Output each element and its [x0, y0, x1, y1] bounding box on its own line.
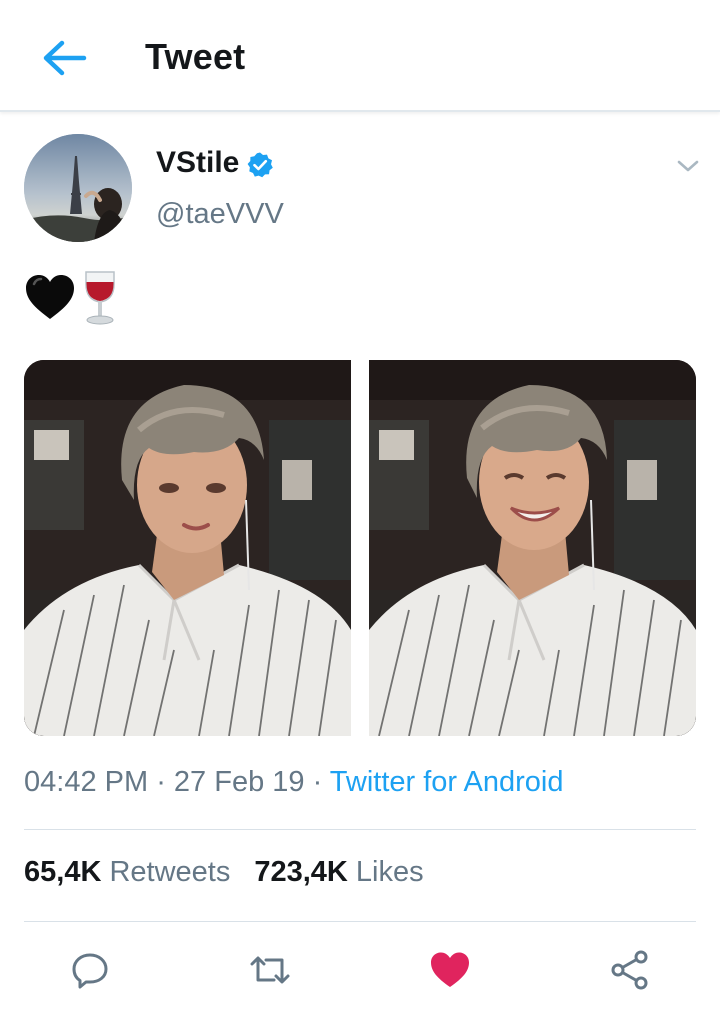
like-button[interactable] [426, 946, 474, 994]
meta-separator: · [148, 766, 174, 798]
tweet-time: 04:42 PM [24, 766, 149, 798]
likes-count: 723,4K [254, 856, 348, 888]
tweet-timestamp-line: 04:42 PM · 27 Feb 19 · Twitter for Andro… [24, 766, 564, 799]
arrow-left-icon [43, 40, 87, 76]
retweets-label: Retweets [109, 856, 231, 888]
tweet-actions-bar [0, 940, 720, 1000]
share-button[interactable] [606, 946, 654, 994]
meta-separator: · [304, 766, 330, 798]
tweet-detail-screen: Tweet VStile @taeVVV 04:42 PM · 27 Feb 1… [0, 0, 720, 1020]
tweet-media [24, 360, 696, 736]
chevron-down-icon [677, 160, 699, 172]
back-button[interactable] [36, 34, 92, 82]
likes-stat[interactable]: 723,4K Likes [254, 856, 423, 889]
tweet-photo-2[interactable] [369, 360, 696, 736]
retweets-stat[interactable]: 65,4K Retweets [24, 856, 230, 889]
reply-button[interactable] [66, 946, 114, 994]
share-icon [611, 950, 648, 990]
page-title: Tweet [145, 36, 246, 77]
retweet-button[interactable] [246, 946, 294, 994]
reply-icon [72, 953, 108, 989]
black-heart-emoji [26, 275, 74, 319]
likes-label: Likes [355, 856, 424, 888]
tweet-text [24, 270, 120, 326]
tweet-photo-1[interactable] [24, 360, 351, 736]
photo-image [369, 360, 696, 736]
tweet-source-link[interactable]: Twitter for Android [330, 766, 564, 798]
avatar[interactable] [24, 134, 132, 242]
tweet-stats: 65,4K Retweets 723,4K Likes [24, 856, 424, 889]
heart-icon [431, 952, 469, 987]
tweet-date: 27 Feb 19 [173, 766, 305, 798]
wine-glass-emoji [85, 271, 115, 325]
divider [24, 829, 696, 830]
display-name[interactable]: VStile [156, 146, 239, 180]
avatar-image [24, 134, 132, 242]
retweet-icon [250, 956, 290, 984]
tweet-options-button[interactable] [672, 150, 704, 182]
user-handle[interactable]: @taeVVV [156, 198, 284, 231]
top-app-bar: Tweet [0, 0, 720, 112]
photo-image [24, 360, 351, 736]
retweets-count: 65,4K [24, 856, 102, 888]
divider [24, 921, 696, 922]
verified-badge-icon [247, 152, 273, 178]
